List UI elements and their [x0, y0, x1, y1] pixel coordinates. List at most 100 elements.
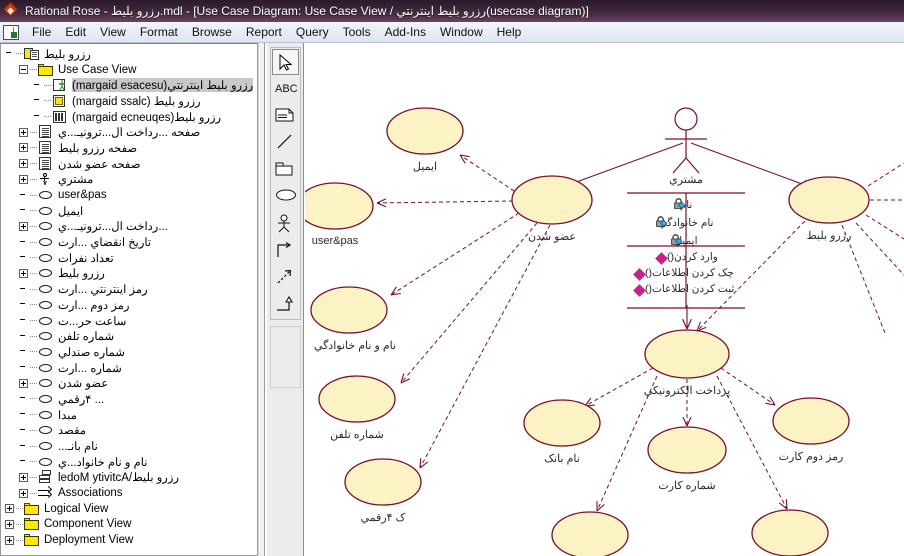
tree-row[interactable]: رزرو بلیط(sequence diagram) — [1, 109, 257, 125]
tree-row[interactable]: شماره ...ارت — [1, 360, 257, 376]
pane-splitter[interactable] — [258, 43, 265, 556]
lock-icon-attr-2 — [671, 234, 683, 245]
tree-row[interactable]: رزرو بلیط — [1, 46, 257, 62]
tree-row[interactable]: ...رداخت ال...ترونیـ...ي — [1, 219, 257, 235]
tree-row[interactable]: Logical View — [1, 501, 257, 517]
use-case-tool[interactable] — [272, 184, 299, 210]
text-tool[interactable]: ABC — [272, 76, 299, 102]
menu-help[interactable]: Help — [490, 23, 529, 41]
menu-file[interactable]: File — [25, 23, 58, 41]
tree-expander-plus-icon[interactable] — [19, 174, 28, 184]
tree-expander-plus-icon[interactable] — [5, 504, 14, 514]
diagram-toolbox: ABC — [267, 43, 304, 556]
menu-report[interactable]: Report — [239, 23, 289, 41]
tree-row[interactable]: ایمیل — [1, 203, 257, 219]
tree-expander-plus-icon[interactable] — [19, 378, 28, 388]
tree-row[interactable]: ... ۴رقمي — [1, 391, 257, 407]
menu-tools[interactable]: Tools — [336, 23, 378, 41]
tree-expander-plus-icon[interactable] — [19, 221, 28, 231]
generalization-tool[interactable] — [272, 292, 299, 318]
menu-browse[interactable]: Browse — [185, 23, 239, 41]
tree-expander-placeholder — [19, 300, 28, 309]
class-operation-0: وارد کردن() — [667, 251, 718, 263]
tree-expander-plus-icon[interactable] — [5, 519, 14, 529]
tree-row[interactable]: Deployment View — [1, 532, 257, 548]
tree-expander-plus-icon[interactable] — [19, 472, 28, 482]
menu-view[interactable]: View — [93, 23, 133, 41]
tree-row[interactable]: رزرو بلیط اینترنتي(usecase diagram) — [1, 77, 257, 93]
mdi-document-icon[interactable] — [3, 24, 19, 40]
use-case-diagram-canvas[interactable]: مشتري نام نام خانوادگي ایمیل وارد کردن()… — [305, 43, 904, 556]
tree-row[interactable]: Use Case View — [1, 62, 257, 78]
oval-icon — [38, 376, 54, 390]
tree-row-label: رزرو بلیط — [44, 48, 91, 61]
tree-row[interactable]: شماره تلفن — [1, 328, 257, 344]
tree-row[interactable]: رزرو بلیط/Activity Model — [1, 470, 257, 486]
tree-connector — [30, 398, 37, 400]
tree-row[interactable]: نام و نام خانواد...ي — [1, 454, 257, 470]
diagram-graphics — [305, 107, 904, 556]
tree-expander-plus-icon[interactable] — [19, 488, 28, 498]
tree-row[interactable]: مبدا — [1, 407, 257, 423]
doc-icon — [38, 140, 54, 155]
tree-row[interactable]: تعداد نفرات — [1, 250, 257, 266]
actor-tool[interactable] — [272, 211, 299, 237]
rational-rose-icon — [2, 1, 20, 19]
tree-connector — [30, 69, 37, 71]
tree-row[interactable]: تاریخ انقضاي ...ارت — [1, 234, 257, 250]
tree-row[interactable]: رمز اینترنتي ...ارت — [1, 281, 257, 297]
package-tool[interactable] — [272, 157, 299, 183]
tree-expander-plus-icon[interactable] — [5, 535, 14, 545]
tree-row[interactable]: رمز دوم ...ارت — [1, 297, 257, 313]
tree-row[interactable]: رزرو بلیط (class diagram) — [1, 93, 257, 109]
tree-expander-plus-icon[interactable] — [19, 127, 28, 137]
tree-row[interactable]: رزرو بلیط — [1, 266, 257, 282]
menu-query[interactable]: Query — [289, 23, 336, 41]
tree-row[interactable]: Component View — [1, 517, 257, 533]
tree-row[interactable]: صفحه ...رداخت ال...ترونیـ...ي — [1, 124, 257, 140]
note-tool[interactable] — [272, 103, 299, 129]
use-case-nam-khanevadegi — [310, 286, 388, 334]
tree-expander-minus-icon[interactable] — [19, 65, 28, 75]
menu-format[interactable]: Format — [133, 23, 185, 41]
model-tree[interactable]: رزرو بلیط Use Case View رزرو بلیط اینترنتي… — [1, 46, 257, 555]
tree-expander-placeholder — [19, 457, 28, 466]
menu-addins[interactable]: Add-Ins — [378, 23, 433, 41]
tree-row[interactable]: Associations — [1, 485, 257, 501]
tree-row-label: ...رداخت ال...ترونیـ...ي — [58, 221, 168, 234]
cd-icon — [52, 94, 68, 108]
tree-row[interactable]: ساعت حر...ت — [1, 313, 257, 329]
note-anchor-tool[interactable] — [272, 130, 299, 156]
tree-expander-placeholder — [5, 49, 14, 58]
tree-expander-plus-icon[interactable] — [19, 159, 28, 169]
tree-row[interactable]: مقصد — [1, 423, 257, 439]
tree-connector — [30, 351, 37, 353]
selection-tool[interactable] — [272, 49, 299, 75]
tree-expander-placeholder — [19, 394, 28, 403]
menu-window[interactable]: Window — [433, 23, 490, 41]
tree-row[interactable]: نام بانـ... — [1, 438, 257, 454]
tree-row[interactable]: عضو شدن — [1, 375, 257, 391]
tree-connector — [30, 382, 37, 384]
tree-row-label: رمز دوم ...ارت — [58, 299, 130, 312]
tree-row[interactable]: صفحه عضو شدن — [1, 156, 257, 172]
menu-edit[interactable]: Edit — [58, 23, 93, 41]
tree-row[interactable]: user&pas — [1, 187, 257, 203]
tree-row[interactable]: مشتري — [1, 172, 257, 188]
tree-row[interactable]: شماره صندلي — [1, 344, 257, 360]
tree-expander-plus-icon[interactable] — [19, 268, 28, 278]
dependency-tool[interactable] — [272, 265, 299, 291]
tree-row[interactable]: صفحه رزرو بلیط — [1, 140, 257, 156]
tree-connector — [30, 414, 37, 416]
oval-icon — [38, 314, 54, 328]
unidirectional-association-tool[interactable] — [272, 238, 299, 264]
tree-expander-placeholder — [19, 426, 28, 435]
tree-expander-plus-icon[interactable] — [19, 143, 28, 153]
